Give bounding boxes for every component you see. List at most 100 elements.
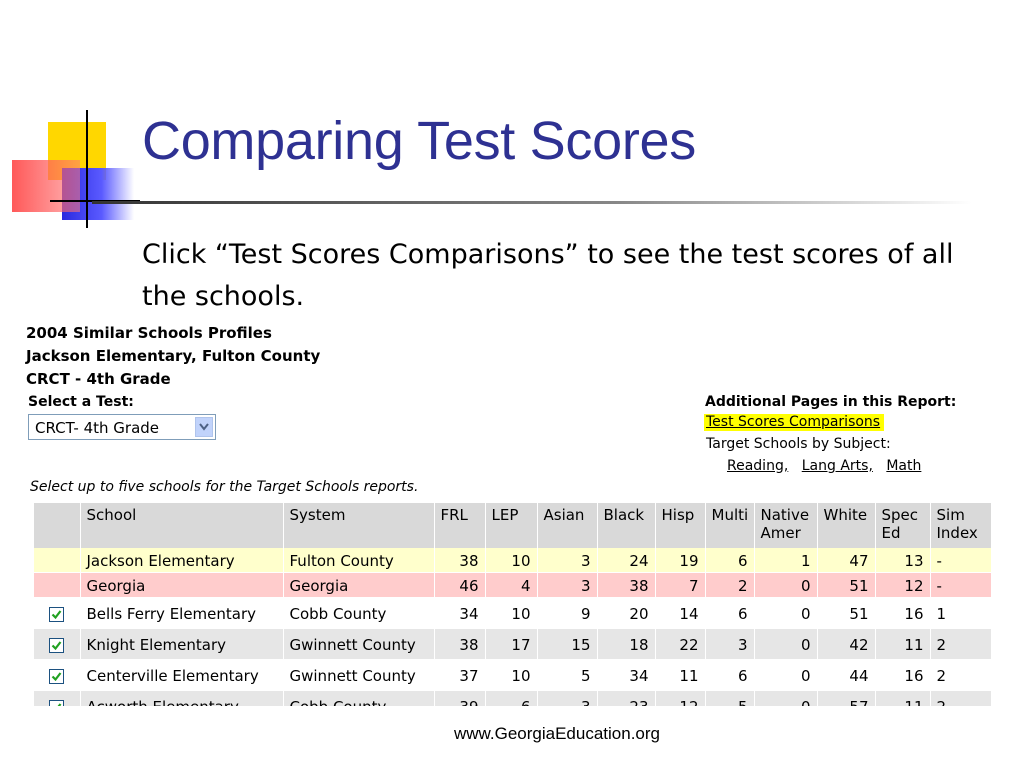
- select-test-label: Select a Test:: [28, 394, 134, 410]
- value-cell: 5: [537, 659, 598, 691]
- checkbox-cell: [34, 659, 81, 691]
- subject-links: Reading, Lang Arts, Math: [727, 458, 930, 474]
- school-name-cell: Knight Elementary: [80, 628, 284, 660]
- value-cell: 14: [655, 597, 706, 629]
- value-cell: 2: [930, 659, 992, 691]
- additional-pages-title: Additional Pages in this Report:: [705, 394, 957, 410]
- value-cell: 47: [817, 548, 876, 573]
- value-cell: 3: [537, 690, 598, 706]
- checkbox-cell: [34, 628, 81, 660]
- school-checkbox[interactable]: [49, 668, 65, 684]
- checkmark-icon: [51, 640, 62, 650]
- report-header-line: 2004 Similar Schools Profiles: [26, 324, 272, 342]
- value-cell: 0: [754, 628, 818, 660]
- test-select-dropdown[interactable]: CRCT- 4th Grade: [28, 414, 216, 440]
- school-name-cell: Centerville Elementary: [80, 659, 284, 691]
- report-header-line: Jackson Elementary, Fulton County: [26, 347, 321, 365]
- value-cell: 0: [754, 597, 818, 629]
- checkmark-icon: [51, 671, 62, 681]
- school-checkbox[interactable]: [49, 606, 65, 622]
- slide-body-text: Click “Test Scores Comparisons” to see t…: [142, 239, 954, 312]
- value-cell: -: [930, 572, 992, 598]
- value-cell: 42: [817, 628, 876, 660]
- value-cell: 9: [537, 597, 598, 629]
- value-cell: 4: [485, 572, 538, 598]
- title-divider: [92, 201, 972, 204]
- value-cell: 1: [754, 548, 818, 573]
- school-checkbox[interactable]: [49, 637, 65, 653]
- column-header: Multi: [705, 503, 755, 548]
- test-select-value: CRCT- 4th Grade: [35, 419, 160, 437]
- schools-table: School System FRL LEP Asian Black Hisp Multi Nat…: [34, 503, 992, 706]
- value-cell: 0: [754, 690, 818, 706]
- column-header: White: [817, 503, 876, 548]
- chevron-down-icon[interactable]: [195, 417, 213, 437]
- checkbox-cell: [34, 548, 81, 573]
- value-cell: 13: [875, 548, 931, 573]
- value-cell: 10: [485, 548, 538, 573]
- value-cell: 6: [705, 597, 755, 629]
- red-square: [12, 160, 80, 212]
- value-cell: 7: [655, 572, 706, 598]
- column-header: Spec Ed: [875, 503, 931, 548]
- value-cell: 46: [434, 572, 486, 598]
- lang-arts-link[interactable]: Lang Arts,: [802, 458, 873, 474]
- value-cell: 6: [705, 659, 755, 691]
- value-cell: 22: [655, 628, 706, 660]
- value-cell: 15: [537, 628, 598, 660]
- school-checkbox[interactable]: [49, 699, 65, 706]
- system-cell: Fulton County: [283, 548, 435, 573]
- value-cell: 2: [930, 690, 992, 706]
- value-cell: 6: [705, 548, 755, 573]
- value-cell: 2: [930, 628, 992, 660]
- system-cell: Gwinnett County: [283, 628, 435, 660]
- math-link[interactable]: Math: [886, 458, 921, 474]
- school-name-cell: Acworth Elementary: [80, 690, 284, 706]
- value-cell: 12: [875, 572, 931, 598]
- value-cell: -: [930, 548, 992, 573]
- value-cell: 10: [485, 659, 538, 691]
- checkmark-icon: [51, 609, 62, 619]
- checkbox-cell: [34, 597, 81, 629]
- system-cell: Cobb County: [283, 690, 435, 706]
- value-cell: 34: [597, 659, 656, 691]
- value-cell: 20: [597, 597, 656, 629]
- column-header: System: [283, 503, 435, 548]
- vertical-line: [86, 110, 88, 228]
- value-cell: 38: [434, 548, 486, 573]
- value-cell: 2: [705, 572, 755, 598]
- selection-instruction: Select up to five schools for the Target…: [30, 479, 419, 495]
- column-header: Asian: [537, 503, 598, 548]
- column-header: FRL: [434, 503, 486, 548]
- table-header-row: School System FRL LEP Asian Black Hisp Multi Nat…: [34, 503, 992, 548]
- value-cell: 19: [655, 548, 706, 573]
- slide-title: Comparing Test Scores: [142, 111, 696, 171]
- table-row: Acworth ElementaryCobb County39632312505…: [34, 690, 992, 706]
- value-cell: 0: [754, 659, 818, 691]
- value-cell: 3: [537, 548, 598, 573]
- report-header-line: CRCT - 4th Grade: [26, 370, 171, 388]
- system-cell: Georgia: [283, 572, 435, 598]
- value-cell: 10: [485, 597, 538, 629]
- value-cell: 12: [655, 690, 706, 706]
- table-row: Georgia Georgia 46 4 3 38 7 2 0 51 12-: [34, 572, 992, 598]
- value-cell: 39: [434, 690, 486, 706]
- column-header: Black: [597, 503, 656, 548]
- footer-url: www.GeorgiaEducation.org: [454, 724, 661, 743]
- column-header: LEP: [485, 503, 538, 548]
- value-cell: 16: [875, 659, 931, 691]
- value-cell: 38: [597, 572, 656, 598]
- school-name-cell: Bells Ferry Elementary: [80, 597, 284, 629]
- checkbox-cell: [34, 690, 81, 706]
- table-row: Jackson Elementary Fulton County 38 10 3 24 19…: [34, 548, 992, 573]
- reading-link[interactable]: Reading,: [727, 458, 788, 474]
- test-scores-comparisons-link[interactable]: Test Scores Comparisons: [704, 414, 885, 431]
- value-cell: 37: [434, 659, 486, 691]
- value-cell: 23: [597, 690, 656, 706]
- column-header: Hisp: [655, 503, 706, 548]
- column-header: Sim Index: [930, 503, 992, 548]
- value-cell: 24: [597, 548, 656, 573]
- checkbox-cell: [34, 572, 81, 598]
- value-cell: 3: [537, 572, 598, 598]
- table-row: Centerville Elementary Gwinnett County 37 1…: [34, 659, 992, 691]
